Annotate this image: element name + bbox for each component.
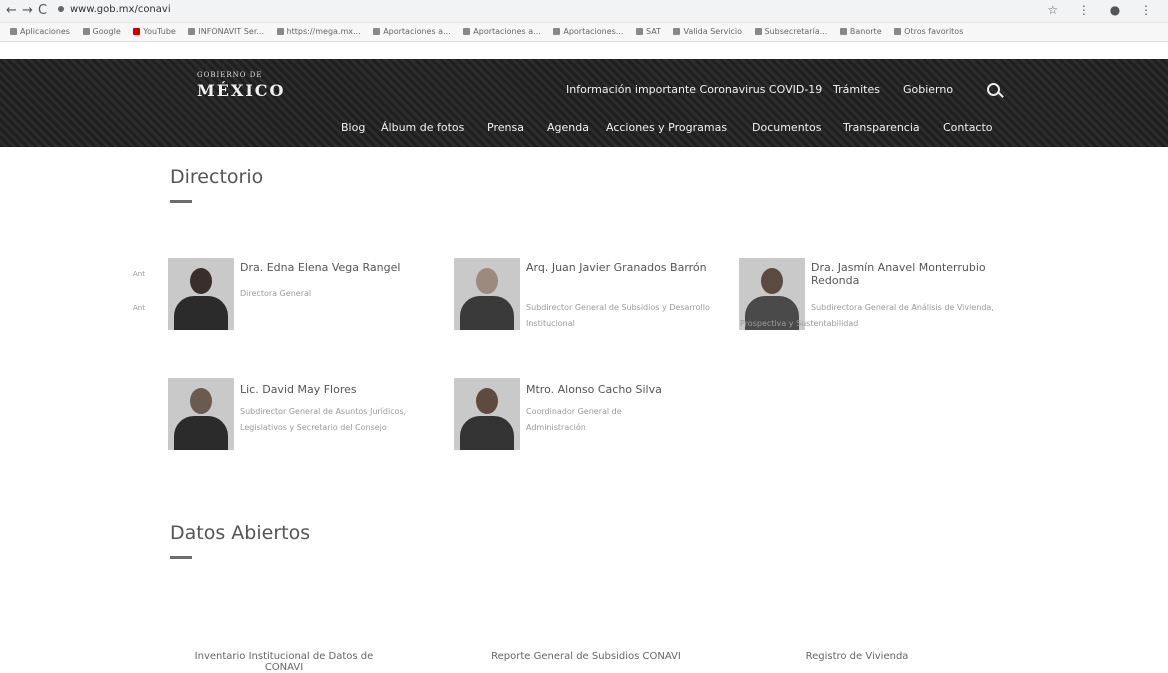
browser-toolbar: ← → C www.gob.mx/conavi ☆ ⋮ ● ⋮	[0, 0, 1168, 23]
globe-icon	[553, 28, 561, 35]
person-name[interactable]: Dra. Jasmín Anavel Monterrubio Redonda	[811, 261, 1011, 287]
bookmarks-bar: Aplicaciones Google YouTube INFONAVIT Se…	[0, 23, 1168, 42]
bookmark-item[interactable]: SAT	[635, 27, 661, 36]
bookmark-item[interactable]: Otros favoritos	[894, 27, 963, 36]
person-name[interactable]: Dra. Edna Elena Vega Rangel	[240, 261, 440, 274]
nav-link-transparencia[interactable]: Transparencia	[843, 121, 920, 134]
globe-icon	[276, 28, 284, 35]
photo-head	[476, 268, 498, 294]
bookmark-item[interactable]: https://mega.mx...	[276, 27, 361, 36]
apps-icon	[10, 28, 17, 35]
person-role: Subdirector General de Asuntos Jurídicos…	[240, 407, 407, 432]
globe-icon	[188, 28, 196, 35]
person-name[interactable]: Lic. David May Flores	[240, 383, 440, 396]
globe-icon	[373, 28, 381, 35]
side-label[interactable]: Ant	[133, 270, 145, 278]
nav-link-covid[interactable]: Información importante Coronavirus COVID…	[566, 83, 822, 96]
bookmark-item[interactable]: Banorte	[839, 27, 882, 36]
folder-icon	[839, 28, 847, 35]
nav-link-prensa[interactable]: Prensa	[487, 121, 524, 134]
photo-body	[174, 416, 228, 450]
side-label[interactable]: Ant	[133, 304, 145, 312]
folder-icon	[673, 28, 681, 35]
person-photo[interactable]	[168, 258, 234, 330]
photo-head	[761, 268, 783, 294]
photo-head	[476, 388, 498, 414]
globe-icon	[635, 28, 643, 35]
logo-subtitle[interactable]: GOBIERNO DE	[197, 71, 262, 79]
folder-icon	[754, 28, 762, 35]
bookmark-item[interactable]: Aplicaciones	[10, 27, 70, 36]
dataset-link[interactable]: Registro de Vivienda	[747, 651, 967, 662]
nav-link-contacto[interactable]: Contacto	[943, 121, 993, 134]
person-role: Subdirector General de Subsidios y Desar…	[526, 303, 710, 328]
person-name[interactable]: Mtro. Alonso Cacho Silva	[526, 383, 726, 396]
person-role: Coordinador General de Administración	[526, 407, 622, 432]
photo-body	[460, 296, 514, 330]
title-underline	[170, 200, 192, 203]
photo-body	[174, 296, 228, 330]
google-icon	[82, 28, 90, 35]
open-data-title: Datos Abiertos	[170, 522, 311, 544]
dataset-link[interactable]: Reporte General de Subsidios CONAVI	[476, 651, 696, 662]
person-role: Directora General	[240, 289, 312, 298]
browser-menu-icons[interactable]: ☆ ⋮ ● ⋮	[1047, 3, 1160, 17]
photo-head	[190, 388, 212, 414]
directory-title: Directorio	[170, 166, 264, 188]
site-header: GOBIERNO DE MÉXICO Información important…	[0, 59, 1168, 147]
bookmark-item[interactable]: Valida Servicio	[673, 27, 742, 36]
youtube-icon	[133, 28, 141, 35]
nav-link-acciones[interactable]: Acciones y Programas	[606, 121, 727, 134]
nav-link-blog[interactable]: Blog	[341, 121, 365, 134]
back-icon[interactable]: ←	[6, 3, 17, 18]
nav-link-agenda[interactable]: Agenda	[547, 121, 589, 134]
bookmark-item[interactable]: Aportaciones a...	[373, 27, 451, 36]
globe-icon	[463, 28, 471, 35]
person-role: Subdirectora General de Análisis de Vivi…	[740, 303, 994, 328]
dataset-link[interactable]: Inventario Institucional de Datos de CON…	[174, 651, 394, 673]
lock-icon	[58, 6, 64, 12]
nav-link-documentos[interactable]: Documentos	[752, 121, 821, 134]
person-photo[interactable]	[454, 378, 520, 450]
bookmark-item[interactable]: Google	[82, 27, 121, 36]
person-name[interactable]: Arq. Juan Javier Granados Barrón	[526, 261, 716, 274]
person-photo[interactable]	[168, 378, 234, 450]
url-text: www.gob.mx/conavi	[70, 4, 171, 15]
nav-link-tramites[interactable]: Trámites	[833, 83, 880, 96]
bookmark-item[interactable]: YouTube	[133, 27, 176, 36]
photo-head	[190, 268, 212, 294]
person-photo[interactable]	[454, 258, 520, 330]
folder-icon	[894, 28, 902, 35]
search-icon[interactable]	[987, 83, 1000, 96]
bookmark-item[interactable]: Subsecretaría...	[754, 27, 827, 36]
bookmark-item[interactable]: Aportaciones a...	[463, 27, 541, 36]
title-underline	[170, 556, 192, 559]
address-bar[interactable]: www.gob.mx/conavi	[58, 4, 171, 15]
bookmark-item[interactable]: INFONAVIT Ser...	[188, 27, 264, 36]
site-logo[interactable]: MÉXICO	[197, 81, 285, 100]
photo-body	[460, 416, 514, 450]
reload-icon[interactable]: C	[38, 3, 47, 18]
bookmark-item[interactable]: Aportaciones...	[553, 27, 623, 36]
nav-link-gobierno[interactable]: Gobierno	[903, 83, 953, 96]
forward-icon[interactable]: →	[22, 3, 33, 18]
nav-link-album[interactable]: Álbum de fotos	[381, 121, 464, 134]
